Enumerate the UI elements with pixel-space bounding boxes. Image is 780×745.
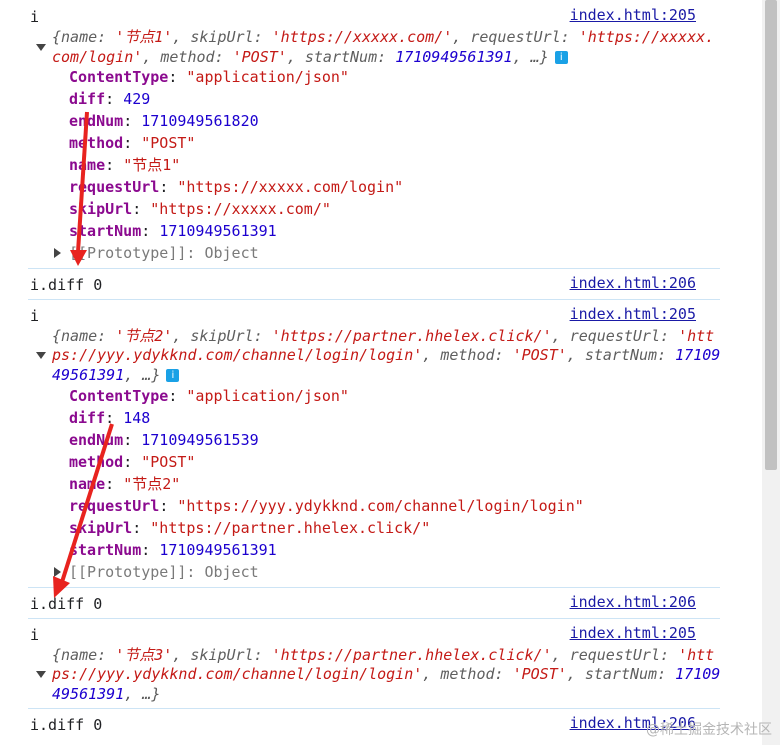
property-key: endNum xyxy=(69,112,124,130)
log-label: i xyxy=(30,307,40,325)
property-value: "https://yyy.ydykknd.com/channel/login/l… xyxy=(177,497,584,515)
info-icon[interactable]: i xyxy=(554,51,568,64)
object-preview-cont: com/login', method: 'POST', startNum: 17… xyxy=(52,46,568,68)
property-key: ContentType xyxy=(69,387,169,405)
log-label: i xyxy=(30,8,40,26)
watermark-text: @稀土掘金技术社区 xyxy=(646,722,772,738)
property-row: name: "节点2" xyxy=(69,475,181,493)
prototype-expand-icon[interactable] xyxy=(54,567,61,577)
property-row: ContentType: "application/json" xyxy=(69,68,349,86)
property-value: 1710949561820 xyxy=(141,112,259,130)
property-value: "POST" xyxy=(141,453,196,471)
scrollbar-thumb[interactable] xyxy=(765,0,777,470)
property-value: "https://partner.hhelex.click/" xyxy=(150,519,431,537)
property-row: ContentType: "application/json" xyxy=(69,387,349,405)
property-value: 1710949561391 xyxy=(159,222,277,240)
object-preview-cont: 49561391, …} xyxy=(52,685,161,703)
info-icon[interactable]: i xyxy=(166,369,180,382)
prototype-row[interactable]: [[Prototype]]: Object xyxy=(69,242,259,264)
log-separator xyxy=(28,618,720,620)
property-key: ContentType xyxy=(69,68,169,86)
property-key: startNum xyxy=(69,222,142,240)
object-preview-cont: ps://yyy.ydykknd.com/channel/login/login… xyxy=(52,665,721,683)
property-key: method xyxy=(69,134,124,152)
property-value: "application/json" xyxy=(186,387,349,405)
log-separator xyxy=(28,708,720,710)
property-row: skipUrl: "https://xxxxx.com/" xyxy=(69,200,331,218)
object-preview[interactable]: {name: '节点1', skipUrl: 'https://xxxxx.co… xyxy=(52,26,714,48)
log-separator xyxy=(28,299,720,301)
property-value: "POST" xyxy=(141,134,196,152)
property-key: requestUrl xyxy=(69,178,160,196)
property-row: startNum: 1710949561391 xyxy=(69,222,277,240)
property-key: skipUrl xyxy=(69,200,133,218)
source-link[interactable]: index.html:205 xyxy=(570,6,696,24)
log-message: i.diff 0 xyxy=(30,716,103,734)
object-preview-cont: 49561391, …} i xyxy=(52,364,180,386)
property-value: 1710949561391 xyxy=(159,541,277,559)
expand-toggle-icon[interactable] xyxy=(36,352,46,359)
property-value: 429 xyxy=(123,90,151,108)
source-link[interactable]: index.html:206 xyxy=(570,274,696,292)
property-row: endNum: 1710949561820 xyxy=(69,112,259,130)
property-key: endNum xyxy=(69,431,124,449)
source-link[interactable]: index.html:206 xyxy=(570,593,696,611)
property-row: diff: 429 xyxy=(69,90,151,108)
log-separator xyxy=(28,587,720,589)
property-value: "节点1" xyxy=(123,156,181,174)
log-message: i.diff 0 xyxy=(30,276,103,294)
expand-toggle-icon[interactable] xyxy=(36,44,46,51)
vertical-scrollbar[interactable] xyxy=(762,0,780,745)
prototype-row[interactable]: [[Prototype]]: Object xyxy=(69,561,259,583)
property-key: method xyxy=(69,453,124,471)
property-row: requestUrl: "https://xxxxx.com/login" xyxy=(69,178,404,196)
property-key: name xyxy=(69,156,106,174)
source-link[interactable]: index.html:205 xyxy=(570,624,696,642)
log-message: i.diff 0 xyxy=(30,595,103,613)
property-key: name xyxy=(69,475,106,493)
property-value: "https://xxxxx.com/" xyxy=(150,200,331,218)
property-row: startNum: 1710949561391 xyxy=(69,541,277,559)
prototype-expand-icon[interactable] xyxy=(54,248,61,258)
source-link[interactable]: index.html:205 xyxy=(570,305,696,323)
property-key: requestUrl xyxy=(69,497,160,515)
log-label: i xyxy=(30,626,40,644)
property-key: diff xyxy=(69,409,106,427)
property-row: method: "POST" xyxy=(69,453,196,471)
property-row: requestUrl: "https://yyy.ydykknd.com/cha… xyxy=(69,497,584,515)
property-row: method: "POST" xyxy=(69,134,196,152)
property-value: "https://xxxxx.com/login" xyxy=(177,178,404,196)
property-row: diff: 148 xyxy=(69,409,151,427)
devtools-console: i index.html:205 {name: '节点1', skipUrl: … xyxy=(0,0,760,745)
property-value: "application/json" xyxy=(186,68,349,86)
property-row: endNum: 1710949561539 xyxy=(69,431,259,449)
property-row: name: "节点1" xyxy=(69,156,181,174)
property-key: startNum xyxy=(69,541,142,559)
expand-toggle-icon[interactable] xyxy=(36,671,46,678)
property-key: diff xyxy=(69,90,106,108)
log-separator xyxy=(28,268,720,270)
property-key: skipUrl xyxy=(69,519,133,537)
property-value: 1710949561539 xyxy=(141,431,259,449)
property-value: "节点2" xyxy=(123,475,181,493)
property-value: 148 xyxy=(123,409,151,427)
property-row: skipUrl: "https://partner.hhelex.click/" xyxy=(69,519,431,537)
object-preview-cont: ps://yyy.ydykknd.com/channel/login/login… xyxy=(52,346,721,364)
